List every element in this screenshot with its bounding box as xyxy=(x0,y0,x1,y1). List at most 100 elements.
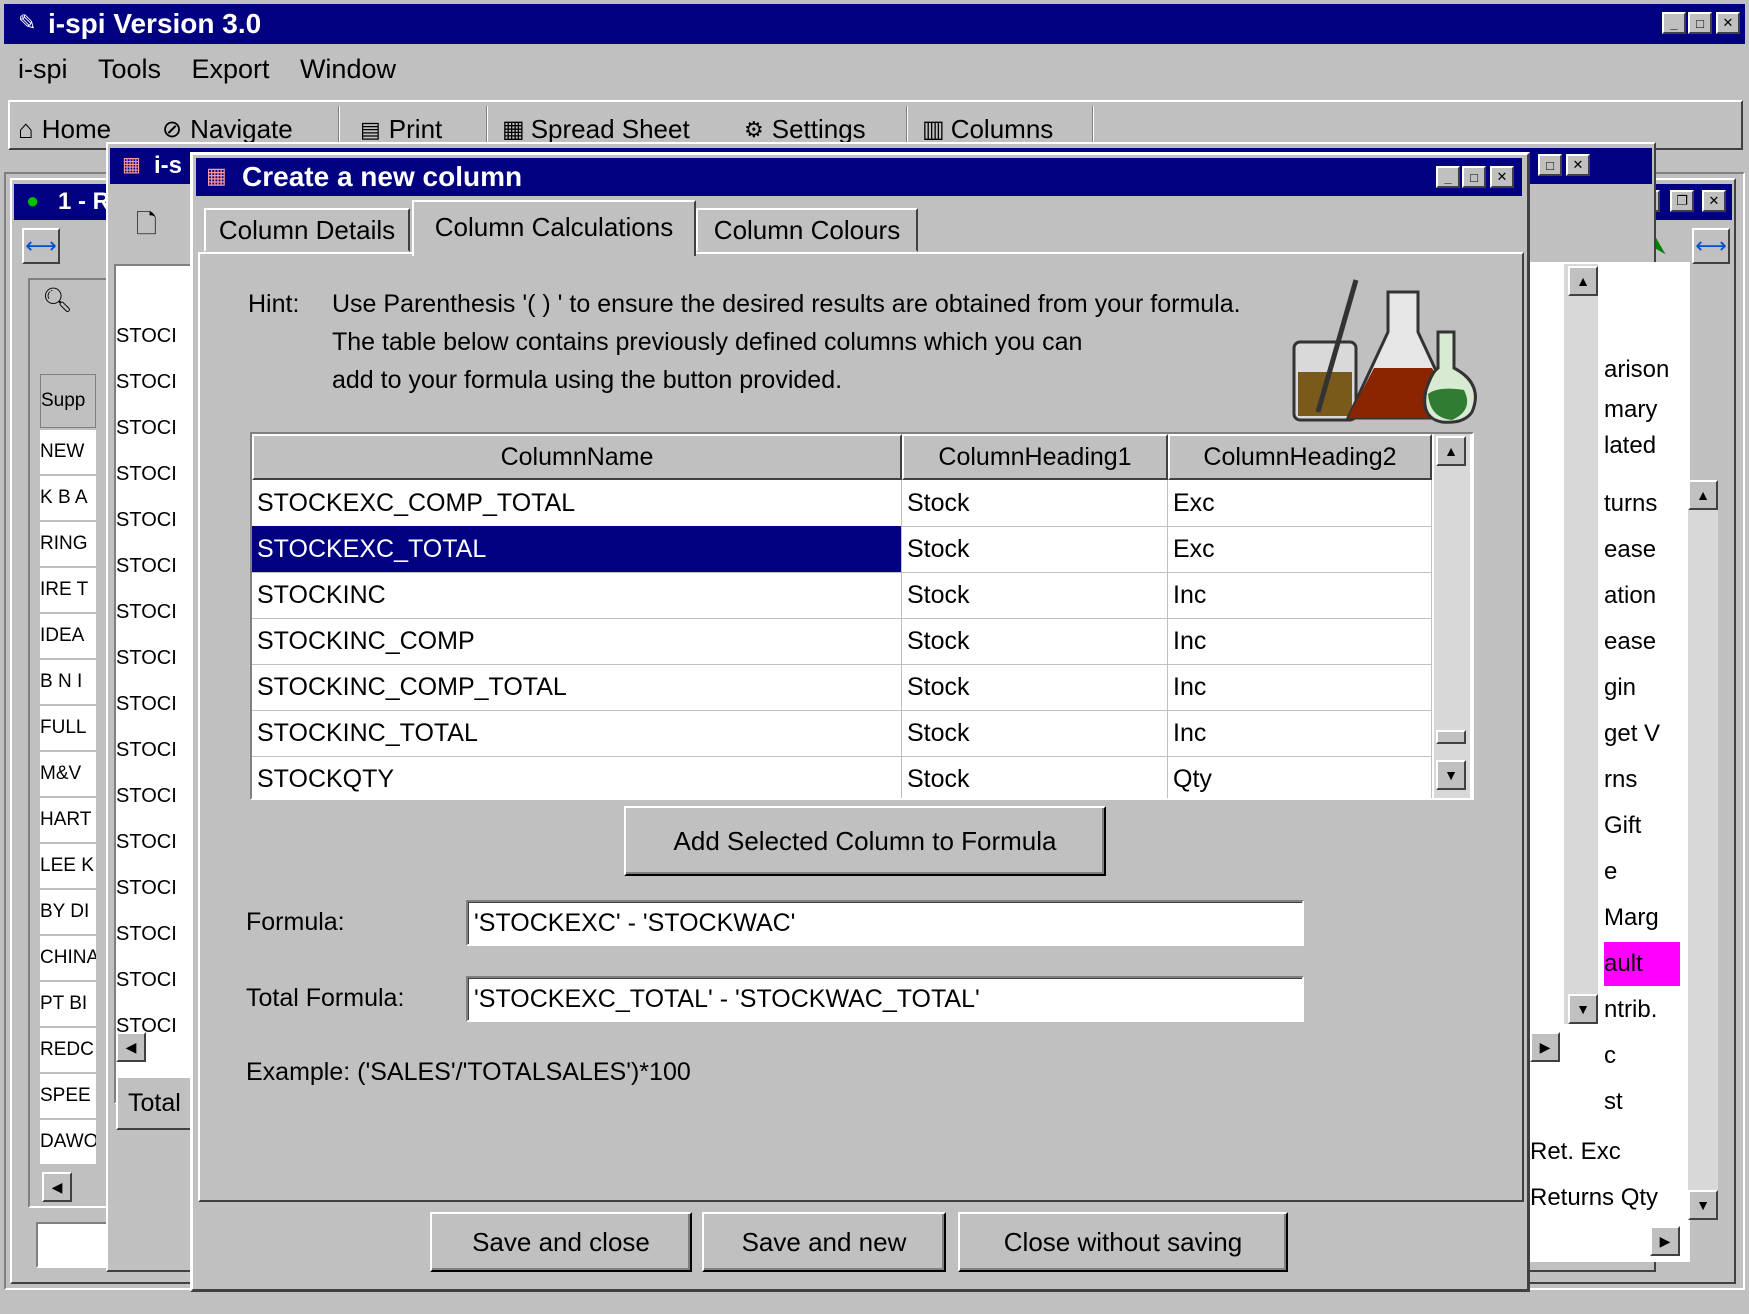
tab-column-calculations[interactable]: Column Calculations xyxy=(412,200,696,256)
left-row-item: CHINA xyxy=(40,936,96,981)
left-row-item: DAWOO xyxy=(40,1120,96,1165)
toolbar-divider xyxy=(906,106,908,146)
left-row-item: REDC xyxy=(40,1028,96,1073)
window-icon: ▦ xyxy=(122,154,141,176)
header-columnname[interactable]: ColumnName xyxy=(252,434,902,480)
fit-width-button[interactable]: ⟷ xyxy=(22,228,60,264)
right-scroll-right[interactable]: ▶ xyxy=(1530,1032,1560,1062)
tab-column-colours[interactable]: Column Colours xyxy=(696,208,918,252)
save-and-new-button[interactable]: Save and new xyxy=(702,1212,946,1272)
table-row[interactable]: STOCKINC Stock Inc xyxy=(252,572,1432,619)
cell-heading1: Stock xyxy=(902,756,1168,798)
table-scroll-down[interactable]: ▼ xyxy=(1436,760,1466,790)
menu-export[interactable]: Export xyxy=(191,54,269,85)
menu-window[interactable]: Window xyxy=(300,54,396,85)
mid-row-item: STOCI xyxy=(116,906,186,950)
hint-label: Hint: xyxy=(248,290,300,318)
table-row[interactable]: STOCKEXC_TOTAL Stock Exc xyxy=(252,526,1432,573)
right-panel-scrollbar[interactable] xyxy=(1688,480,1718,1220)
minimize-icon[interactable]: _ xyxy=(1662,12,1686,34)
close-icon[interactable]: ✕ xyxy=(1702,190,1726,212)
settings-button[interactable]: ⚙ Settings xyxy=(744,114,866,145)
table-row[interactable]: STOCKQTY Stock Qty xyxy=(252,756,1432,798)
table-row[interactable]: STOCKEXC_COMP_TOTAL Stock Exc xyxy=(252,480,1432,527)
left-row-item: K B A xyxy=(40,476,96,521)
table-row[interactable]: STOCKINC_TOTAL Stock Inc xyxy=(252,710,1432,757)
navigate-button[interactable]: ⊘ Navigate xyxy=(162,114,293,145)
right-panel-scroll-down[interactable]: ▼ xyxy=(1688,1190,1718,1220)
home-icon: ⌂ xyxy=(18,114,34,144)
left-scroll-left[interactable]: ◀ xyxy=(42,1172,72,1202)
header-columnheading2[interactable]: ColumnHeading2 xyxy=(1168,434,1432,480)
right-row-item: arison xyxy=(1604,356,1670,383)
cell-column-name: STOCKEXC_COMP_TOTAL xyxy=(252,480,902,526)
right-row-item: lated xyxy=(1604,432,1657,459)
total-formula-input[interactable]: 'STOCKEXC_TOTAL' - 'STOCKWAC_TOTAL' xyxy=(466,976,1304,1022)
app-title: i-spi Version 3.0 xyxy=(48,8,262,39)
tab-column-details[interactable]: Column Details xyxy=(204,208,410,252)
left-row-item: SPEE xyxy=(40,1074,96,1119)
right-scroll-down[interactable]: ▼ xyxy=(1568,994,1598,1024)
cell-heading2: Inc xyxy=(1168,572,1432,618)
cell-heading1: Stock xyxy=(902,710,1168,756)
header-columnheading1[interactable]: ColumnHeading1 xyxy=(902,434,1168,480)
spreadsheet-button[interactable]: ▦ Spread Sheet xyxy=(502,114,690,145)
close-icon[interactable]: ✕ xyxy=(1716,12,1740,34)
columns-icon: ▥ xyxy=(922,116,945,143)
mid-row-item: STOCI xyxy=(116,584,186,628)
maximize-icon[interactable]: □ xyxy=(1688,12,1712,34)
mid-scroll-left[interactable]: ◀ xyxy=(116,1032,146,1062)
left-row-item: BY DI xyxy=(40,890,96,935)
cell-heading2: Exc xyxy=(1168,480,1432,526)
table-row[interactable]: STOCKINC_COMP Stock Inc xyxy=(252,618,1432,665)
left-row-item: PT BI xyxy=(40,982,96,1027)
left-header: Supp xyxy=(40,374,96,428)
right-footer-scroll-right[interactable]: ▶ xyxy=(1650,1226,1680,1256)
search-icon[interactable]: 🔍︎ xyxy=(42,286,72,315)
mid-row-item: STOCI xyxy=(116,860,186,904)
left-row-item: M&V xyxy=(40,752,96,797)
add-selected-column-button[interactable]: Add Selected Column to Formula xyxy=(624,806,1106,876)
right-panel-scroll-up[interactable]: ▲ xyxy=(1688,480,1718,510)
close-without-saving-button[interactable]: Close without saving xyxy=(958,1212,1288,1272)
hint-line-2: The table below contains previously defi… xyxy=(332,328,1083,356)
home-button[interactable]: ⌂ Home xyxy=(18,114,111,145)
cell-column-name: STOCKINC_TOTAL xyxy=(252,710,902,756)
mid-row-item: STOCI xyxy=(116,354,186,398)
toolbar-divider xyxy=(338,106,340,146)
right-scroll-up[interactable]: ▲ xyxy=(1568,266,1598,296)
main-title-bar: ✎ i-spi Version 3.0 _ □ ✕ xyxy=(4,4,1745,44)
restore-icon[interactable]: ❐ xyxy=(1670,190,1694,212)
formula-input[interactable]: 'STOCKEXC' - 'STOCKWAC' xyxy=(466,900,1304,946)
chemistry-flasks-icon xyxy=(1292,279,1477,424)
left-row-item: IDEA xyxy=(40,614,96,659)
table-row[interactable]: STOCKINC_COMP_TOTAL Stock Inc xyxy=(252,664,1432,711)
cell-heading2: Inc xyxy=(1168,664,1432,710)
maximize-icon[interactable]: □ xyxy=(1462,166,1486,188)
menu-tools[interactable]: Tools xyxy=(98,54,161,85)
save-and-close-button[interactable]: Save and close xyxy=(430,1212,692,1272)
close-icon[interactable]: ✕ xyxy=(1566,154,1590,176)
right-scrollbar[interactable] xyxy=(1564,264,1598,1024)
menu-ispi[interactable]: i-spi xyxy=(18,54,68,85)
left-row-item: FULL xyxy=(40,706,96,751)
fit-width-button-right[interactable]: ⟷ xyxy=(1692,228,1730,264)
total-formula-label: Total Formula: xyxy=(246,984,405,1012)
columns-button[interactable]: ▥ Columns xyxy=(922,114,1053,145)
maximize-icon[interactable]: □ xyxy=(1538,154,1562,176)
table-body: STOCKEXC_COMP_TOTAL Stock Exc STOCKEXC_TOTA… xyxy=(252,480,1432,798)
mid-total-label: Total xyxy=(116,1076,196,1130)
table-scroll-thumb[interactable] xyxy=(1436,730,1466,744)
table-scroll-up[interactable]: ▲ xyxy=(1436,436,1466,466)
print-button[interactable]: ▤ Print xyxy=(360,114,442,145)
toolbar-divider xyxy=(1092,106,1094,146)
minimize-icon[interactable]: _ xyxy=(1436,166,1460,188)
cell-column-name: STOCKINC_COMP_TOTAL xyxy=(252,664,902,710)
left-row-item: NEW xyxy=(40,430,96,475)
cell-heading2: Qty xyxy=(1168,756,1432,798)
table-header: ColumnName ColumnHeading1 ColumnHeading2 xyxy=(252,434,1432,480)
hint-line-3: add to your formula using the button pro… xyxy=(332,366,843,394)
toolbar-divider xyxy=(486,106,488,146)
add-column-icon[interactable]: 🗋 xyxy=(136,206,157,250)
close-icon[interactable]: ✕ xyxy=(1490,166,1514,188)
